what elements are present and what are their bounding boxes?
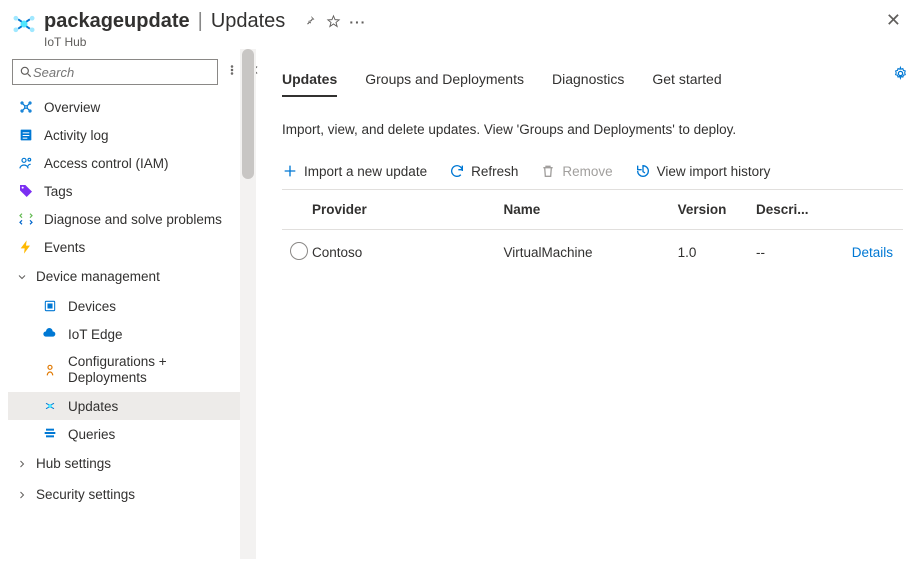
refresh-button[interactable]: Refresh <box>449 163 518 179</box>
breadcrumb: packageupdate | Updates ··· <box>44 10 366 33</box>
resource-title: packageupdate <box>44 10 190 33</box>
access-control-icon <box>18 155 34 171</box>
sidebar-item-queries[interactable]: Queries <box>8 420 240 448</box>
sidebar-item-iot-edge[interactable]: IoT Edge <box>8 320 240 348</box>
chevron-right-icon <box>16 489 28 501</box>
history-icon <box>635 163 651 179</box>
sidebar-item-access[interactable]: Access control (IAM) <box>8 149 240 177</box>
tab-groups[interactable]: Groups and Deployments <box>365 67 524 97</box>
sidebar-group-label: Security settings <box>36 487 135 502</box>
sidebar-item-label: Updates <box>68 399 118 414</box>
chevron-down-icon <box>16 271 28 283</box>
remove-label: Remove <box>562 164 612 179</box>
cell-description: -- <box>756 245 843 260</box>
sidebar-scrollbar[interactable] <box>240 49 256 559</box>
refresh-icon <box>449 163 465 179</box>
plus-icon <box>282 163 298 179</box>
sidebar-item-label: Overview <box>44 100 100 115</box>
diagnose-icon <box>18 211 34 227</box>
tab-getstarted[interactable]: Get started <box>652 67 721 97</box>
sort-icon[interactable] <box>226 63 238 81</box>
updates-icon <box>42 398 58 414</box>
sidebar-item-label: Tags <box>44 184 73 199</box>
sidebar-group-label: Hub settings <box>36 456 111 471</box>
import-label: Import a new update <box>304 164 427 179</box>
pin-icon[interactable] <box>303 14 318 29</box>
queries-icon <box>42 426 58 442</box>
resource-type-label: IoT Hub <box>44 35 366 49</box>
sidebar-item-tags[interactable]: Tags <box>8 177 240 205</box>
history-label: View import history <box>657 164 771 179</box>
header-version[interactable]: Version <box>678 202 756 217</box>
sidebar-group-hub-settings[interactable]: Hub settings <box>8 448 240 479</box>
cell-provider: Contoso <box>312 245 504 260</box>
sidebar-item-label: Configurations + Deployments <box>68 354 230 386</box>
star-icon[interactable] <box>326 14 341 29</box>
import-update-button[interactable]: Import a new update <box>282 163 427 179</box>
sidebar-item-label: IoT Edge <box>68 327 123 342</box>
breadcrumb-separator: | <box>198 10 203 33</box>
close-icon[interactable]: ✕ <box>886 10 901 31</box>
details-link[interactable]: Details <box>852 245 893 260</box>
sidebar-group-label: Device management <box>36 269 160 284</box>
header-name[interactable]: Name <box>504 202 678 217</box>
sidebar-item-updates[interactable]: Updates <box>8 392 240 420</box>
search-icon <box>19 65 33 79</box>
more-icon[interactable]: ··· <box>349 14 366 30</box>
configurations-icon <box>42 362 58 378</box>
sidebar-item-configurations[interactable]: Configurations + Deployments <box>8 348 240 392</box>
tags-icon <box>18 183 34 199</box>
table-header: Provider Name Version Descri... <box>282 190 903 230</box>
sidebar-item-label: Devices <box>68 299 116 314</box>
cell-version: 1.0 <box>678 245 756 260</box>
sidebar-item-label: Diagnose and solve problems <box>44 212 222 227</box>
sidebar-item-events[interactable]: Events <box>8 233 240 261</box>
sidebar-item-diagnose[interactable]: Diagnose and solve problems <box>8 205 240 233</box>
header-description[interactable]: Descri... <box>756 202 843 217</box>
sidebar-item-overview[interactable]: Overview <box>8 93 240 121</box>
cell-name: VirtualMachine <box>504 245 678 260</box>
devices-icon <box>42 298 58 314</box>
overview-icon <box>18 99 34 115</box>
sidebar-group-device-management[interactable]: Device management <box>8 261 240 292</box>
sidebar-item-label: Access control (IAM) <box>44 156 169 171</box>
refresh-label: Refresh <box>471 164 518 179</box>
sidebar-item-label: Events <box>44 240 85 255</box>
cloud-icon <box>42 326 58 342</box>
tab-diagnostics[interactable]: Diagnostics <box>552 67 624 97</box>
sidebar-group-security-settings[interactable]: Security settings <box>8 479 240 510</box>
settings-button[interactable] <box>892 65 909 87</box>
sidebar-item-label: Queries <box>68 427 115 442</box>
trash-icon <box>540 163 556 179</box>
activity-log-icon <box>18 127 34 143</box>
table-row[interactable]: Contoso VirtualMachine 1.0 -- Details <box>282 230 903 276</box>
events-icon <box>18 239 34 255</box>
history-button[interactable]: View import history <box>635 163 771 179</box>
search-input[interactable] <box>12 59 218 85</box>
iot-hub-icon <box>10 10 38 38</box>
sidebar-item-label: Activity log <box>44 128 109 143</box>
tab-updates[interactable]: Updates <box>282 67 337 97</box>
scroll-thumb[interactable] <box>242 49 254 179</box>
remove-button: Remove <box>540 163 612 179</box>
chevron-right-icon <box>16 458 28 470</box>
sidebar-item-activity[interactable]: Activity log <box>8 121 240 149</box>
page-title: Updates <box>211 10 286 33</box>
header-provider[interactable]: Provider <box>312 202 504 217</box>
row-checkbox[interactable] <box>290 242 308 260</box>
page-description: Import, view, and delete updates. View '… <box>282 122 903 137</box>
sidebar-item-devices[interactable]: Devices <box>8 292 240 320</box>
